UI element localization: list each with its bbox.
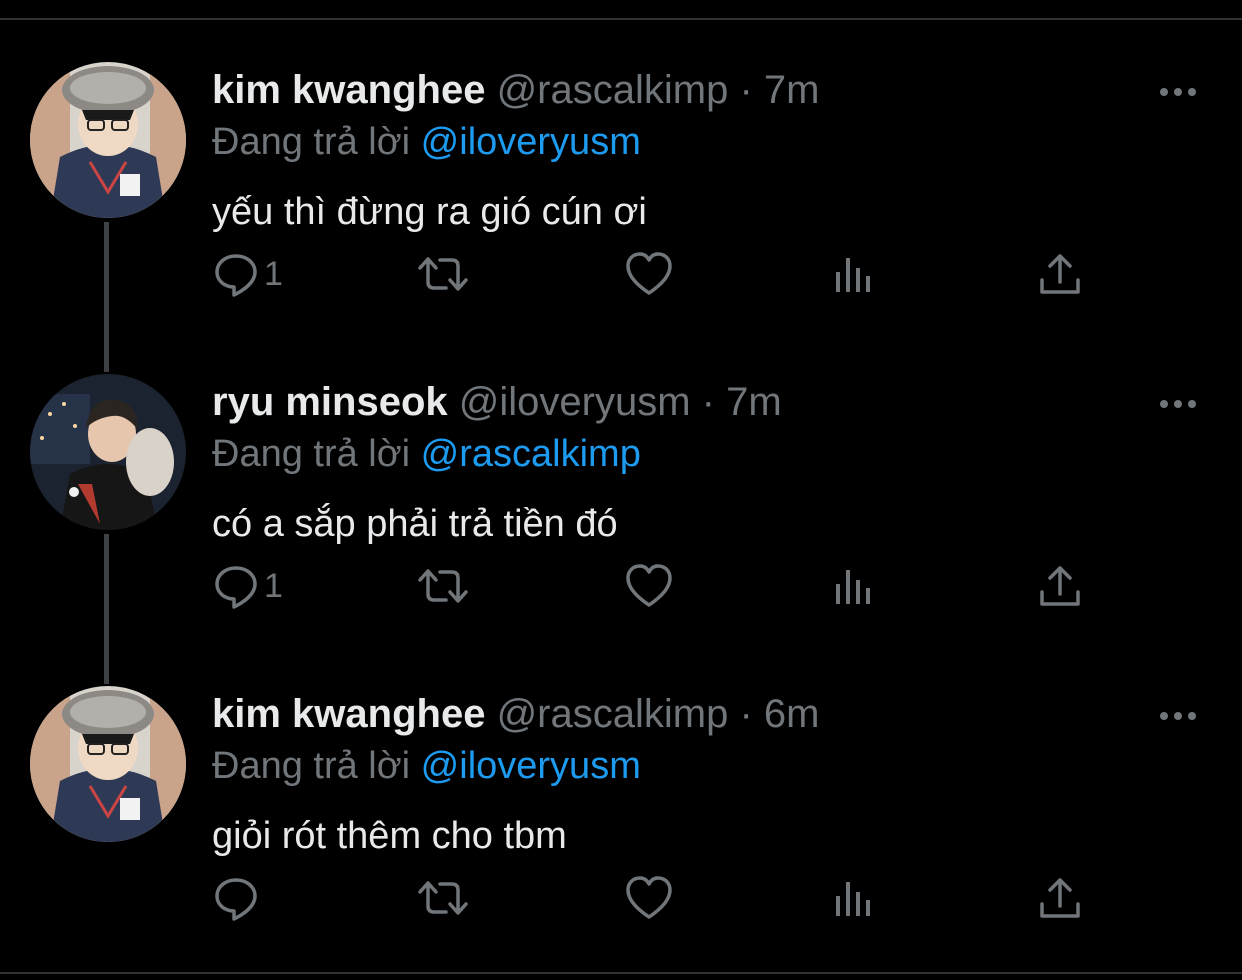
retweet-icon bbox=[418, 257, 468, 291]
user-handle[interactable]: @rascalkimp bbox=[497, 68, 729, 112]
tweet-header: kim kwanghee @rascalkimp · 6m bbox=[212, 690, 819, 738]
replying-to: Đang trả lời @rascalkimp bbox=[212, 430, 641, 478]
replying-to: Đang trả lời @iloveryusm bbox=[212, 118, 641, 166]
views-button[interactable] bbox=[832, 562, 876, 610]
retweet-button[interactable] bbox=[414, 562, 472, 610]
replying-to-label: Đang trả lời bbox=[212, 745, 411, 787]
separator-dot: · bbox=[739, 692, 753, 736]
replying-to-label: Đang trả lời bbox=[212, 433, 411, 475]
heart-icon bbox=[626, 564, 672, 607]
action-bar: 1 bbox=[212, 250, 1112, 298]
reply-button[interactable]: 1 bbox=[212, 250, 283, 298]
separator-dot: · bbox=[739, 68, 753, 112]
reply-count: 1 bbox=[264, 566, 283, 605]
heart-icon bbox=[626, 252, 672, 295]
avatar[interactable] bbox=[30, 62, 186, 218]
share-upload-icon bbox=[1040, 254, 1080, 294]
mention-link[interactable]: @rascalkimp bbox=[421, 433, 641, 475]
retweet-icon bbox=[418, 881, 468, 915]
top-divider bbox=[0, 18, 1242, 20]
retweet-button[interactable] bbox=[414, 874, 472, 922]
more-dots-icon[interactable] bbox=[1158, 706, 1198, 726]
heart-icon bbox=[626, 876, 672, 919]
display-name[interactable]: kim kwanghee bbox=[212, 692, 485, 736]
more-dots-icon[interactable] bbox=[1158, 82, 1198, 102]
user-handle[interactable]: @iloveryusm bbox=[459, 380, 691, 424]
mention-link[interactable]: @iloveryusm bbox=[421, 121, 641, 163]
display-name[interactable]: kim kwanghee bbox=[212, 68, 485, 112]
like-button[interactable] bbox=[624, 874, 674, 922]
avatar[interactable] bbox=[30, 686, 186, 842]
bar-chart-icon bbox=[836, 570, 870, 604]
reply-count: 1 bbox=[264, 254, 283, 293]
replying-to-label: Đang trả lời bbox=[212, 121, 411, 163]
timestamp[interactable]: 6m bbox=[764, 692, 820, 736]
reply-thread: kim kwanghee @rascalkimp · 7m Đang trả l… bbox=[0, 0, 1242, 980]
tweet[interactable]: ryu minseok @iloveryusm · 7m Đang trả lờ… bbox=[0, 374, 1242, 686]
tweet[interactable]: kim kwanghee @rascalkimp · 7m Đang trả l… bbox=[0, 62, 1242, 374]
bar-chart-icon bbox=[836, 882, 870, 916]
tweet-text: có a sắp phải trả tiền đó bbox=[212, 503, 618, 545]
share-button[interactable] bbox=[1038, 874, 1082, 922]
separator-dot: · bbox=[701, 380, 715, 424]
more-dots-icon[interactable] bbox=[1158, 394, 1198, 414]
reply-button[interactable]: 1 bbox=[212, 562, 283, 610]
speech-bubble-icon bbox=[215, 566, 257, 609]
like-button[interactable] bbox=[624, 250, 674, 298]
replying-to: Đang trả lời @iloveryusm bbox=[212, 742, 641, 790]
retweet-icon bbox=[418, 569, 468, 603]
tweet-header: kim kwanghee @rascalkimp · 7m bbox=[212, 66, 819, 114]
share-upload-icon bbox=[1040, 566, 1080, 606]
mention-link[interactable]: @iloveryusm bbox=[421, 745, 641, 787]
speech-bubble-icon bbox=[215, 878, 257, 921]
user-handle[interactable]: @rascalkimp bbox=[497, 692, 729, 736]
action-bar: 1 bbox=[212, 562, 1112, 610]
like-button[interactable] bbox=[624, 562, 674, 610]
views-button[interactable] bbox=[832, 874, 876, 922]
bar-chart-icon bbox=[836, 258, 870, 292]
share-button[interactable] bbox=[1038, 250, 1082, 298]
timestamp[interactable]: 7m bbox=[726, 380, 782, 424]
tweet-text: giỏi rót thêm cho tbm bbox=[212, 815, 567, 857]
action-bar bbox=[212, 874, 1112, 922]
reply-button[interactable] bbox=[212, 874, 264, 922]
timestamp[interactable]: 7m bbox=[764, 68, 820, 112]
share-upload-icon bbox=[1040, 878, 1080, 918]
speech-bubble-icon bbox=[215, 254, 257, 297]
tweet-header: ryu minseok @iloveryusm · 7m bbox=[212, 378, 782, 426]
retweet-button[interactable] bbox=[414, 250, 472, 298]
share-button[interactable] bbox=[1038, 562, 1082, 610]
tweet-text: yếu thì đừng ra gió cún ơi bbox=[212, 191, 647, 233]
avatar[interactable] bbox=[30, 374, 186, 530]
tweet[interactable]: kim kwanghee @rascalkimp · 6m Đang trả l… bbox=[0, 686, 1242, 980]
bottom-divider bbox=[0, 972, 1242, 974]
display-name[interactable]: ryu minseok bbox=[212, 380, 448, 424]
views-button[interactable] bbox=[832, 250, 876, 298]
